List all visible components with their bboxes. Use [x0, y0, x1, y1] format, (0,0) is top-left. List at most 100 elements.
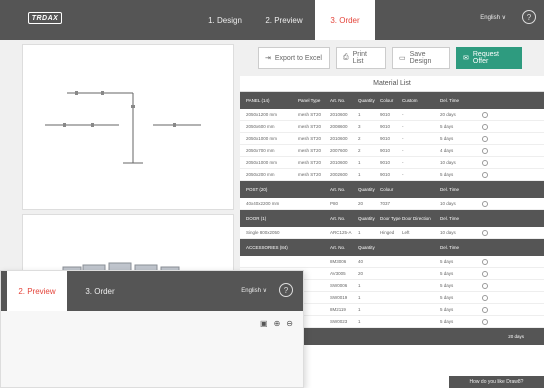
order-toolbar: ⇥ Export to Excel ⎙ Print List ▭ Save De… [258, 47, 522, 69]
view-icon[interactable]: ▣ [260, 319, 268, 328]
table-cell: - [402, 160, 404, 165]
column-header: Quantity [358, 98, 375, 103]
floor-plan-drawing [22, 44, 234, 210]
table-cell: 40 [358, 259, 364, 264]
table-row: 8M3006 40 5 days [240, 256, 544, 268]
save-design-button[interactable]: ▭ Save Design [392, 47, 450, 69]
preview-window: 2. Preview 3. Order English ∨ ? ▣ ⊕ ⊖ [0, 270, 304, 388]
table-cell: mesh ST20 [298, 148, 322, 153]
table-row: 2050x1000 mm mesh ST20 2010600 2 9010 - 5 days [240, 133, 544, 145]
info-icon[interactable] [478, 294, 492, 301]
section-header: ACCESSORIES (84) Art. No. Quantity Del. Tim… [240, 239, 544, 256]
table-cell: 20 [358, 201, 364, 206]
zoom-in-icon[interactable]: ⊕ [274, 319, 281, 328]
section-title: PANEL (14) [246, 98, 270, 103]
table-cell: Single 800x2050 [246, 230, 280, 235]
table-row: 2050x200 mm mesh ST20 2002600 1 9010 - 5 days [240, 169, 544, 181]
table-cell: 20 [358, 271, 364, 276]
table-cell: 9010 [380, 124, 391, 129]
print-list-button[interactable]: ⎙ Print List [336, 47, 386, 69]
table-cell: 8M2119 [330, 307, 346, 312]
table-cell: - [402, 112, 404, 117]
help-icon[interactable]: ? [522, 10, 536, 24]
column-header: Del. Time [440, 187, 460, 192]
table-cell: 3 [358, 124, 361, 129]
info-icon[interactable] [478, 282, 492, 289]
info-icon[interactable] [478, 111, 492, 118]
table-cell: 20 days [440, 112, 456, 117]
table-cell: 5 days [440, 319, 454, 324]
section-title: DOOR (1) [246, 216, 267, 221]
preview-top-bar: 2. Preview 3. Order English ∨ ? [1, 271, 303, 311]
table-cell: 2050x1200 mm [246, 112, 278, 117]
preview-help-icon[interactable]: ? [279, 283, 293, 297]
table-cell: 2050x700 mm [246, 148, 275, 153]
table-cell: 9010 [380, 160, 391, 165]
column-header: Art. No. [330, 216, 346, 221]
table-row: 2050x600 mm mesh ST20 2008600 3 9010 - 5 days [240, 121, 544, 133]
table-cell: mesh ST20 [298, 136, 322, 141]
table-cell: 2002600 [330, 172, 348, 177]
section-title: ACCESSORIES (84) [246, 245, 288, 250]
tab-preview[interactable]: 2. Preview [256, 0, 312, 40]
info-icon[interactable] [478, 200, 492, 207]
section-title: POST (20) [246, 187, 268, 192]
preview-language-selector[interactable]: English ∨ [241, 287, 267, 294]
table-cell: - [402, 148, 404, 153]
table-row: 2050x1200 mm mesh ST20 2010600 1 9010 - 20 day… [240, 109, 544, 121]
info-icon[interactable] [478, 258, 492, 265]
column-header: Panel Type [298, 98, 321, 103]
table-cell: 5 days [440, 259, 454, 264]
section-header: DOOR (1) Art. No. Quantity Door Type Door Di… [240, 210, 544, 227]
preview-zoom-controls: ▣ ⊕ ⊖ [260, 319, 293, 328]
table-cell: mesh ST20 [298, 172, 322, 177]
export-excel-button[interactable]: ⇥ Export to Excel [258, 47, 330, 69]
info-icon[interactable] [478, 135, 492, 142]
column-header: Del. Time [440, 216, 460, 221]
info-icon[interactable] [478, 159, 492, 166]
language-selector[interactable]: English ∨ [480, 14, 506, 21]
offer-label: Request Offer [472, 51, 499, 65]
table-cell: 9010 [380, 136, 391, 141]
tab-design[interactable]: 1. Design [198, 0, 252, 40]
request-offer-button[interactable]: ✉ Request Offer [456, 47, 522, 69]
table-cell: 8M3006 [330, 259, 347, 264]
info-icon[interactable] [478, 171, 492, 178]
table-row: Single 800x2050 ARC125-A 1 Hinged Left 10 day… [240, 227, 544, 239]
preview-tab-preview[interactable]: 2. Preview [7, 271, 67, 311]
column-header: Quantity [358, 216, 375, 221]
info-icon[interactable] [478, 123, 492, 130]
table-cell: 9010 [380, 172, 391, 177]
info-icon[interactable] [478, 229, 492, 236]
print-label: Print List [352, 51, 368, 65]
total-delivery-time: 20 days [508, 334, 524, 339]
feedback-banner[interactable]: How do you like Draw8? [449, 376, 544, 388]
info-icon[interactable] [478, 318, 492, 325]
table-cell: 5 days [440, 271, 454, 276]
table-cell: SW0019 [330, 295, 348, 300]
info-icon[interactable] [478, 147, 492, 154]
save-icon: ▭ [399, 55, 406, 62]
table-cell: 2008600 [330, 124, 348, 129]
brand-logo[interactable]: TRDAX [28, 12, 62, 24]
table-cell: 1 [358, 307, 361, 312]
column-header: Door Direction [402, 216, 431, 221]
info-icon[interactable] [478, 270, 492, 277]
table-cell: 1 [358, 319, 361, 324]
export-icon: ⇥ [265, 55, 271, 62]
info-icon[interactable] [478, 306, 492, 313]
tab-order[interactable]: 3. Order [315, 0, 375, 40]
table-cell: 2050x600 mm [246, 124, 275, 129]
table-row: 40x40x2200 mm P80 20 7037 10 days [240, 198, 544, 210]
save-label: Save Design [409, 51, 432, 65]
table-cell: - [402, 124, 404, 129]
zoom-out-icon[interactable]: ⊖ [286, 319, 293, 328]
table-row: 2050x1000 mm mesh ST20 2010600 1 9010 - 10 day… [240, 157, 544, 169]
section-header: PANEL (14) Panel Type Art. No. Quantity Colo… [240, 92, 544, 109]
preview-tab-order[interactable]: 3. Order [73, 271, 127, 311]
table-cell: 1 [358, 172, 361, 177]
table-cell: 2010600 [330, 160, 348, 165]
table-cell: mesh ST20 [298, 112, 322, 117]
table-cell: 2 [358, 136, 361, 141]
offer-icon: ✉ [463, 55, 469, 62]
